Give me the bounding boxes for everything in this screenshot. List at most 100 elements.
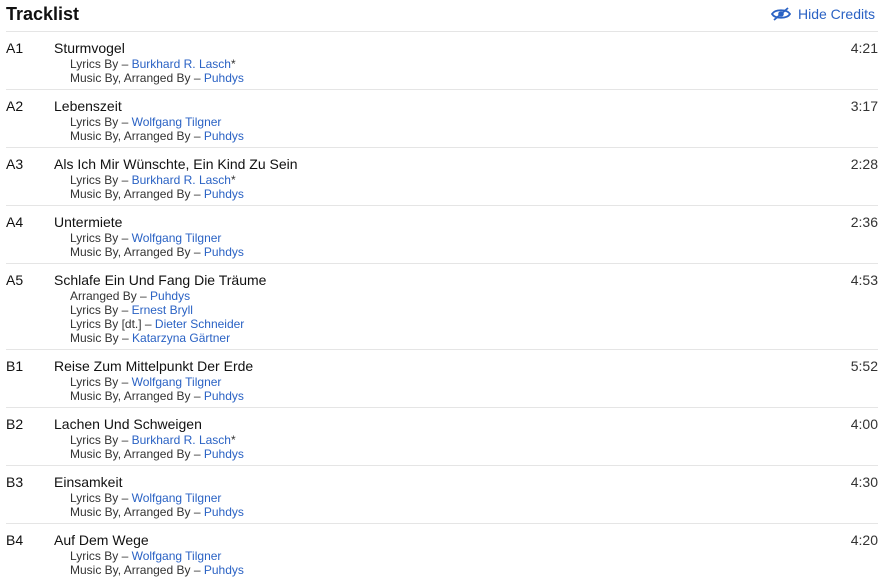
- credit-artist-link[interactable]: Puhdys: [204, 187, 244, 201]
- credit-role: Music By, Arranged By –: [70, 245, 204, 259]
- track-credits: Lyrics By – Wolfgang Tilgner Music By, Ar…: [70, 115, 878, 143]
- track-duration: 4:30: [850, 474, 878, 490]
- credit-role: Arranged By –: [70, 289, 151, 303]
- track-row: A4 Untermiete Lyrics By – Wolfgang Tilgner…: [6, 206, 878, 264]
- track-title: Untermiete: [54, 214, 123, 230]
- credit-role: Lyrics By –: [70, 375, 132, 389]
- track-credits: Lyrics By – Burkhard R. Lasch* Music By, …: [70, 433, 878, 461]
- credit-role: Lyrics By –: [70, 433, 132, 447]
- track-title: Sturmvogel: [54, 40, 125, 56]
- credit-artist-link[interactable]: Puhdys: [204, 447, 244, 461]
- credit-line: Lyrics By – Wolfgang Tilgner: [70, 231, 878, 245]
- credit-role: Music By, Arranged By –: [70, 389, 204, 403]
- track-row: B3 Einsamkeit Lyrics By – Wolfgang Tilgner…: [6, 466, 878, 524]
- credit-line: Music By, Arranged By – Puhdys: [70, 187, 878, 201]
- tracklist-title: Tracklist: [6, 4, 80, 24]
- credit-role: Lyrics By –: [70, 491, 132, 505]
- track-position: A3: [6, 156, 24, 172]
- credit-artist-link[interactable]: Burkhard R. Lasch: [132, 433, 231, 447]
- hide-credits-label: Hide Credits: [797, 6, 875, 22]
- credit-line: Music By, Arranged By – Puhdys: [70, 245, 878, 259]
- credit-role: Music By, Arranged By –: [70, 563, 204, 577]
- credit-artist-link[interactable]: Puhdys: [204, 245, 244, 259]
- credit-line: Lyrics By – Wolfgang Tilgner: [70, 375, 878, 389]
- track-credits: Lyrics By – Wolfgang Tilgner Music By, Ar…: [70, 375, 878, 403]
- credit-artist-link[interactable]: Burkhard R. Lasch: [132, 173, 231, 187]
- credit-artist-link[interactable]: Puhdys: [204, 505, 244, 519]
- track-credits: Arranged By – Puhdys Lyrics By – Ernest B…: [70, 289, 878, 345]
- track-row: B2 Lachen Und Schweigen Lyrics By – Burkha…: [6, 408, 878, 466]
- credit-role: Music By, Arranged By –: [70, 71, 204, 85]
- credit-role: Lyrics By –: [70, 549, 132, 563]
- credit-artist-link[interactable]: Puhdys: [204, 563, 244, 577]
- credit-line: Lyrics By – Wolfgang Tilgner: [70, 115, 878, 129]
- track-credits: Lyrics By – Wolfgang Tilgner Music By, Ar…: [70, 549, 878, 577]
- track-credits: Lyrics By – Burkhard R. Lasch* Music By, …: [70, 57, 878, 85]
- credit-artist-link[interactable]: Katarzyna Gärtner: [132, 331, 230, 345]
- track-credits: Lyrics By – Wolfgang Tilgner Music By, Ar…: [70, 491, 878, 519]
- credit-line: Lyrics By – Burkhard R. Lasch*: [70, 173, 878, 187]
- track-duration: 4:00: [850, 416, 878, 432]
- track-row: A5 Schlafe Ein Und Fang Die Träume Arrange…: [6, 264, 878, 350]
- track-duration: 4:53: [850, 272, 878, 288]
- track-row: A2 Lebenszeit Lyrics By – Wolfgang Tilgner…: [6, 90, 878, 148]
- track-title: Als Ich Mir Wünschte, Ein Kind Zu Sein: [54, 156, 298, 172]
- credit-artist-link[interactable]: Wolfgang Tilgner: [132, 491, 222, 505]
- credit-artist-link[interactable]: Puhdys: [204, 71, 244, 85]
- tracklist: A1 Sturmvogel Lyrics By – Burkhard R. Lasc…: [6, 32, 878, 581]
- credit-artist-link[interactable]: Puhdys: [150, 289, 190, 303]
- track-duration: 3:17: [850, 98, 878, 114]
- credit-role: Lyrics By –: [70, 303, 132, 317]
- credit-anv-marker: *: [230, 57, 236, 71]
- hide-credits-button[interactable]: Hide Credits: [770, 6, 875, 22]
- credit-artist-link[interactable]: Burkhard R. Lasch: [132, 57, 231, 71]
- track-row: B4 Auf Dem Wege Lyrics By – Wolfgang Tilgn…: [6, 524, 878, 581]
- track-title: Auf Dem Wege: [54, 532, 149, 548]
- track-position: B4: [6, 532, 24, 548]
- track-row: A1 Sturmvogel Lyrics By – Burkhard R. Lasc…: [6, 32, 878, 90]
- credit-artist-link[interactable]: Ernest Bryll: [132, 303, 193, 317]
- credit-artist-link[interactable]: Puhdys: [204, 129, 244, 143]
- credit-artist-link[interactable]: Wolfgang Tilgner: [132, 549, 222, 563]
- credit-artist-link[interactable]: Wolfgang Tilgner: [132, 115, 222, 129]
- credit-anv-marker: *: [230, 433, 236, 447]
- track-position: B1: [6, 358, 24, 374]
- credit-line: Lyrics By – Wolfgang Tilgner: [70, 491, 878, 505]
- track-position: A2: [6, 98, 24, 114]
- credit-role: Lyrics By –: [70, 173, 132, 187]
- credit-role: Lyrics By –: [70, 115, 132, 129]
- credit-artist-link[interactable]: Wolfgang Tilgner: [132, 231, 222, 245]
- track-duration: 2:36: [850, 214, 878, 230]
- track-duration: 4:21: [850, 40, 878, 56]
- credit-line: Lyrics By – Burkhard R. Lasch*: [70, 57, 878, 71]
- credit-artist-link[interactable]: Dieter Schneider: [155, 317, 244, 331]
- credit-line: Music By, Arranged By – Puhdys: [70, 505, 878, 519]
- track-row: B1 Reise Zum Mittelpunkt Der Erde Lyrics B…: [6, 350, 878, 408]
- track-title: Lebenszeit: [54, 98, 122, 114]
- track-position: A4: [6, 214, 24, 230]
- credit-artist-link[interactable]: Puhdys: [204, 389, 244, 403]
- eye-slash-icon: [770, 7, 791, 21]
- track-title: Reise Zum Mittelpunkt Der Erde: [54, 358, 254, 374]
- credit-role: Music By, Arranged By –: [70, 187, 204, 201]
- track-duration: 2:28: [850, 156, 878, 172]
- track-title: Lachen Und Schweigen: [54, 416, 202, 432]
- track-credits: Lyrics By – Burkhard R. Lasch* Music By, …: [70, 173, 878, 201]
- credit-role: Music By –: [70, 331, 133, 345]
- track-row: A3 Als Ich Mir Wünschte, Ein Kind Zu Sein…: [6, 148, 878, 206]
- credit-line: Lyrics By – Wolfgang Tilgner: [70, 549, 878, 563]
- track-credits: Lyrics By – Wolfgang Tilgner Music By, Ar…: [70, 231, 878, 259]
- credit-role: Music By, Arranged By –: [70, 505, 204, 519]
- credit-role: Lyrics By –: [70, 231, 132, 245]
- credit-artist-link[interactable]: Wolfgang Tilgner: [132, 375, 222, 389]
- track-title: Schlafe Ein Und Fang Die Träume: [54, 272, 267, 288]
- track-position: B3: [6, 474, 24, 490]
- credit-line: Music By, Arranged By – Puhdys: [70, 447, 878, 461]
- track-position: A5: [6, 272, 24, 288]
- credit-role: Music By, Arranged By –: [70, 447, 204, 461]
- credit-line: Music By, Arranged By – Puhdys: [70, 389, 878, 403]
- track-position: A1: [6, 40, 24, 56]
- credit-line: Music By, Arranged By – Puhdys: [70, 563, 878, 577]
- credit-line: Lyrics By – Ernest Bryll: [70, 303, 878, 317]
- tracklist-header: Tracklist Hide Credits: [6, 0, 878, 32]
